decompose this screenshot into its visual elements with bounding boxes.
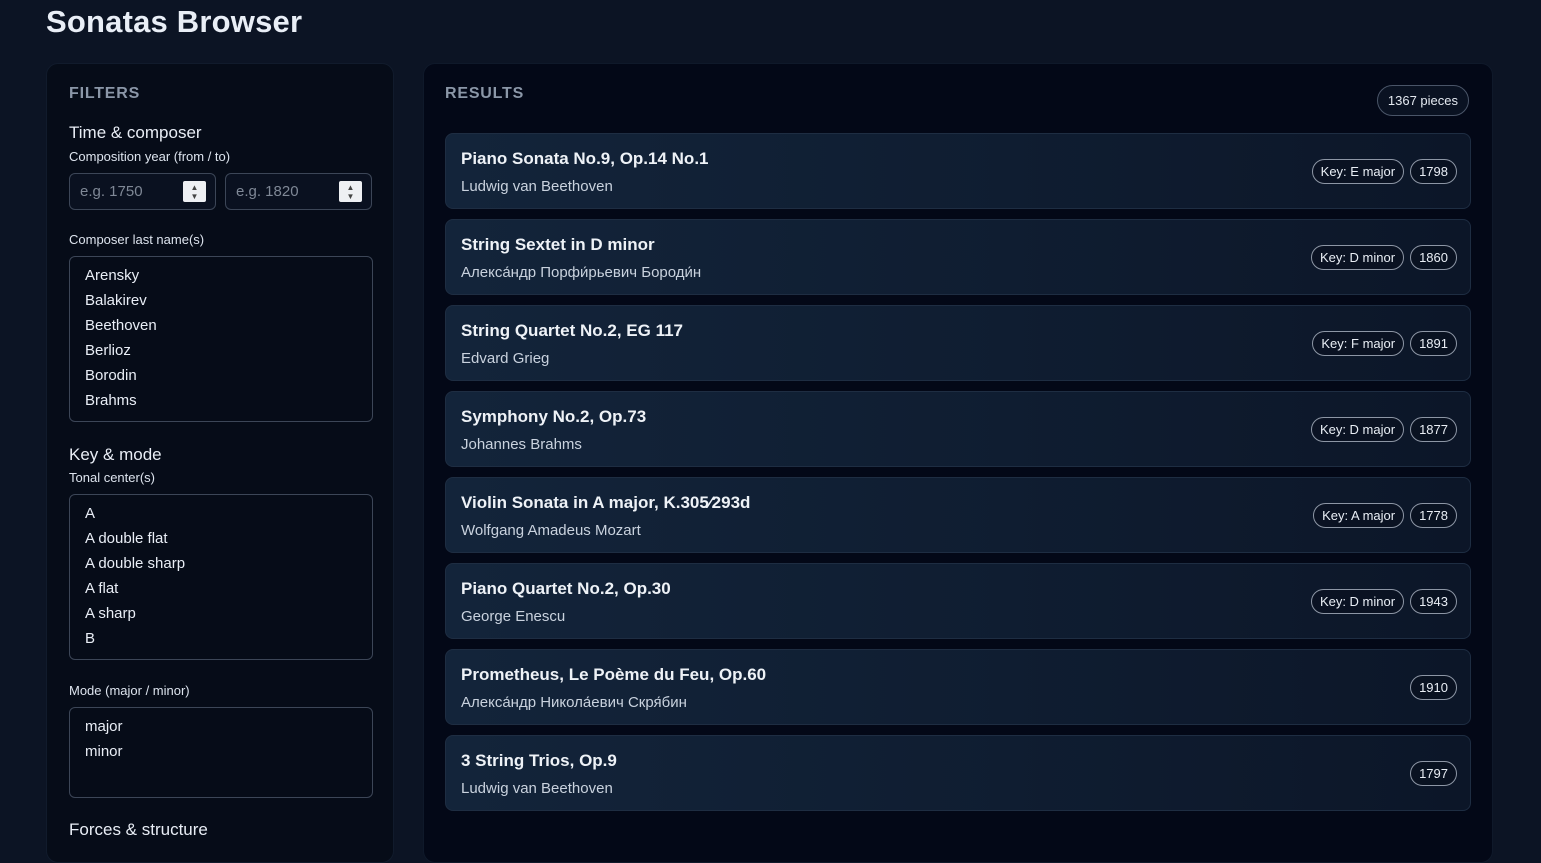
- key-badge: Key: D major: [1310, 417, 1405, 442]
- year-badge: 1860: [1410, 245, 1457, 270]
- key-badge: Key: E major: [1311, 159, 1405, 184]
- result-card[interactable]: Violin Sonata in A major, K.305⁄293d Wol…: [445, 477, 1471, 553]
- key-badge: Key: D minor: [1310, 589, 1405, 614]
- year-badge: 1778: [1410, 503, 1457, 528]
- results-heading: RESULTS: [445, 85, 525, 102]
- year-range-label: Composition year (from / to): [69, 149, 231, 164]
- spinner-down-icon[interactable]: ▼: [191, 192, 199, 201]
- result-card[interactable]: String Quartet No.2, EG 117 Edvard Grieg…: [445, 305, 1471, 381]
- mode-option[interactable]: major: [85, 718, 372, 743]
- result-card[interactable]: 3 String Trios, Op.9 Ludwig van Beethove…: [445, 735, 1471, 811]
- filters-panel: FILTERS Time & composer Composition year…: [46, 63, 394, 863]
- tonal-center-option[interactable]: A: [85, 505, 372, 530]
- year-to-input[interactable]: e.g. 1820 ▲ ▼: [225, 173, 372, 210]
- composer-option[interactable]: Borodin: [85, 367, 372, 392]
- mode-option[interactable]: minor: [85, 743, 372, 768]
- tonal-center-option[interactable]: A double sharp: [85, 555, 372, 580]
- result-title: Piano Quartet No.2, Op.30: [461, 579, 671, 598]
- composer-option[interactable]: Arensky: [85, 267, 372, 292]
- mode-listbox[interactable]: major minor: [69, 707, 373, 798]
- spinner-up-icon[interactable]: ▲: [347, 183, 355, 192]
- composer-option[interactable]: Balakirev: [85, 292, 372, 317]
- tonal-center-option[interactable]: A double flat: [85, 530, 372, 555]
- year-badge: 1797: [1410, 761, 1457, 786]
- tonal-center-listbox[interactable]: A A double flat A double sharp A flat A …: [69, 494, 373, 660]
- year-from-input[interactable]: e.g. 1750 ▲ ▼: [69, 173, 216, 210]
- result-composer: Edvard Grieg: [461, 350, 550, 367]
- key-badge: Key: F major: [1312, 331, 1405, 356]
- spinner-down-icon[interactable]: ▼: [347, 192, 355, 201]
- time-composer-section-title: Time & composer: [69, 123, 202, 142]
- result-composer: George Enescu: [461, 608, 566, 625]
- result-card[interactable]: String Sextet in D minor Алекса́ндр Порф…: [445, 219, 1471, 295]
- result-composer: Алекса́ндр Никола́евич Скря́бин: [461, 694, 687, 711]
- result-card[interactable]: Symphony No.2, Op.73 Johannes Brahms Key…: [445, 391, 1471, 467]
- year-badge: 1891: [1410, 331, 1457, 356]
- result-composer: Wolfgang Amadeus Mozart: [461, 522, 641, 539]
- result-composer: Ludwig van Beethoven: [461, 178, 613, 195]
- tonal-center-option[interactable]: B: [85, 630, 372, 655]
- result-card[interactable]: Piano Sonata No.9, Op.14 No.1 Ludwig van…: [445, 133, 1471, 209]
- year-from-spinner[interactable]: ▲ ▼: [183, 181, 206, 202]
- composer-listbox[interactable]: Arensky Balakirev Beethoven Berlioz Boro…: [69, 256, 373, 422]
- result-card[interactable]: Piano Quartet No.2, Op.30 George Enescu …: [445, 563, 1471, 639]
- result-title: 3 String Trios, Op.9: [461, 751, 617, 770]
- results-count-badge: 1367 pieces: [1376, 85, 1469, 116]
- year-badge: 1910: [1410, 675, 1457, 700]
- result-title: Symphony No.2, Op.73: [461, 407, 647, 426]
- year-badge: 1943: [1410, 589, 1457, 614]
- result-card[interactable]: Prometheus, Le Poème du Feu, Op.60 Алекс…: [445, 649, 1471, 725]
- result-composer: Johannes Brahms: [461, 436, 582, 453]
- composer-option[interactable]: Brahms: [85, 392, 372, 417]
- spinner-up-icon[interactable]: ▲: [191, 183, 199, 192]
- year-from-placeholder: e.g. 1750: [80, 183, 143, 200]
- result-title: String Quartet No.2, EG 117: [461, 321, 684, 340]
- composer-option[interactable]: Beethoven: [85, 317, 372, 342]
- tonal-center-option[interactable]: A sharp: [85, 605, 372, 630]
- composer-option[interactable]: Berlioz: [85, 342, 372, 367]
- year-badge: 1798: [1410, 159, 1457, 184]
- results-panel: RESULTS 1367 pieces Piano Sonata No.9, O…: [423, 63, 1493, 863]
- filters-heading: FILTERS: [69, 85, 141, 102]
- key-badge: Key: A major: [1313, 503, 1405, 528]
- forces-structure-section-title: Forces & structure: [69, 820, 208, 839]
- key-badge: Key: D minor: [1310, 245, 1405, 270]
- year-badge: 1877: [1410, 417, 1457, 442]
- result-title: String Sextet in D minor: [461, 235, 655, 254]
- mode-label: Mode (major / minor): [69, 683, 190, 698]
- result-composer: Алекса́ндр Порфи́рьевич Бороди́н: [461, 264, 702, 281]
- result-title: Violin Sonata in A major, K.305⁄293d: [461, 493, 751, 512]
- composer-label: Composer last name(s): [69, 232, 205, 247]
- app-title: Sonatas Browser: [46, 4, 303, 39]
- key-mode-section-title: Key & mode: [69, 445, 162, 464]
- year-to-placeholder: e.g. 1820: [236, 183, 299, 200]
- result-title: Piano Sonata No.9, Op.14 No.1: [461, 149, 709, 168]
- result-title: Prometheus, Le Poème du Feu, Op.60: [461, 665, 767, 684]
- tonal-center-label: Tonal center(s): [69, 470, 155, 485]
- year-to-spinner[interactable]: ▲ ▼: [339, 181, 362, 202]
- tonal-center-option[interactable]: A flat: [85, 580, 372, 605]
- result-composer: Ludwig van Beethoven: [461, 780, 613, 797]
